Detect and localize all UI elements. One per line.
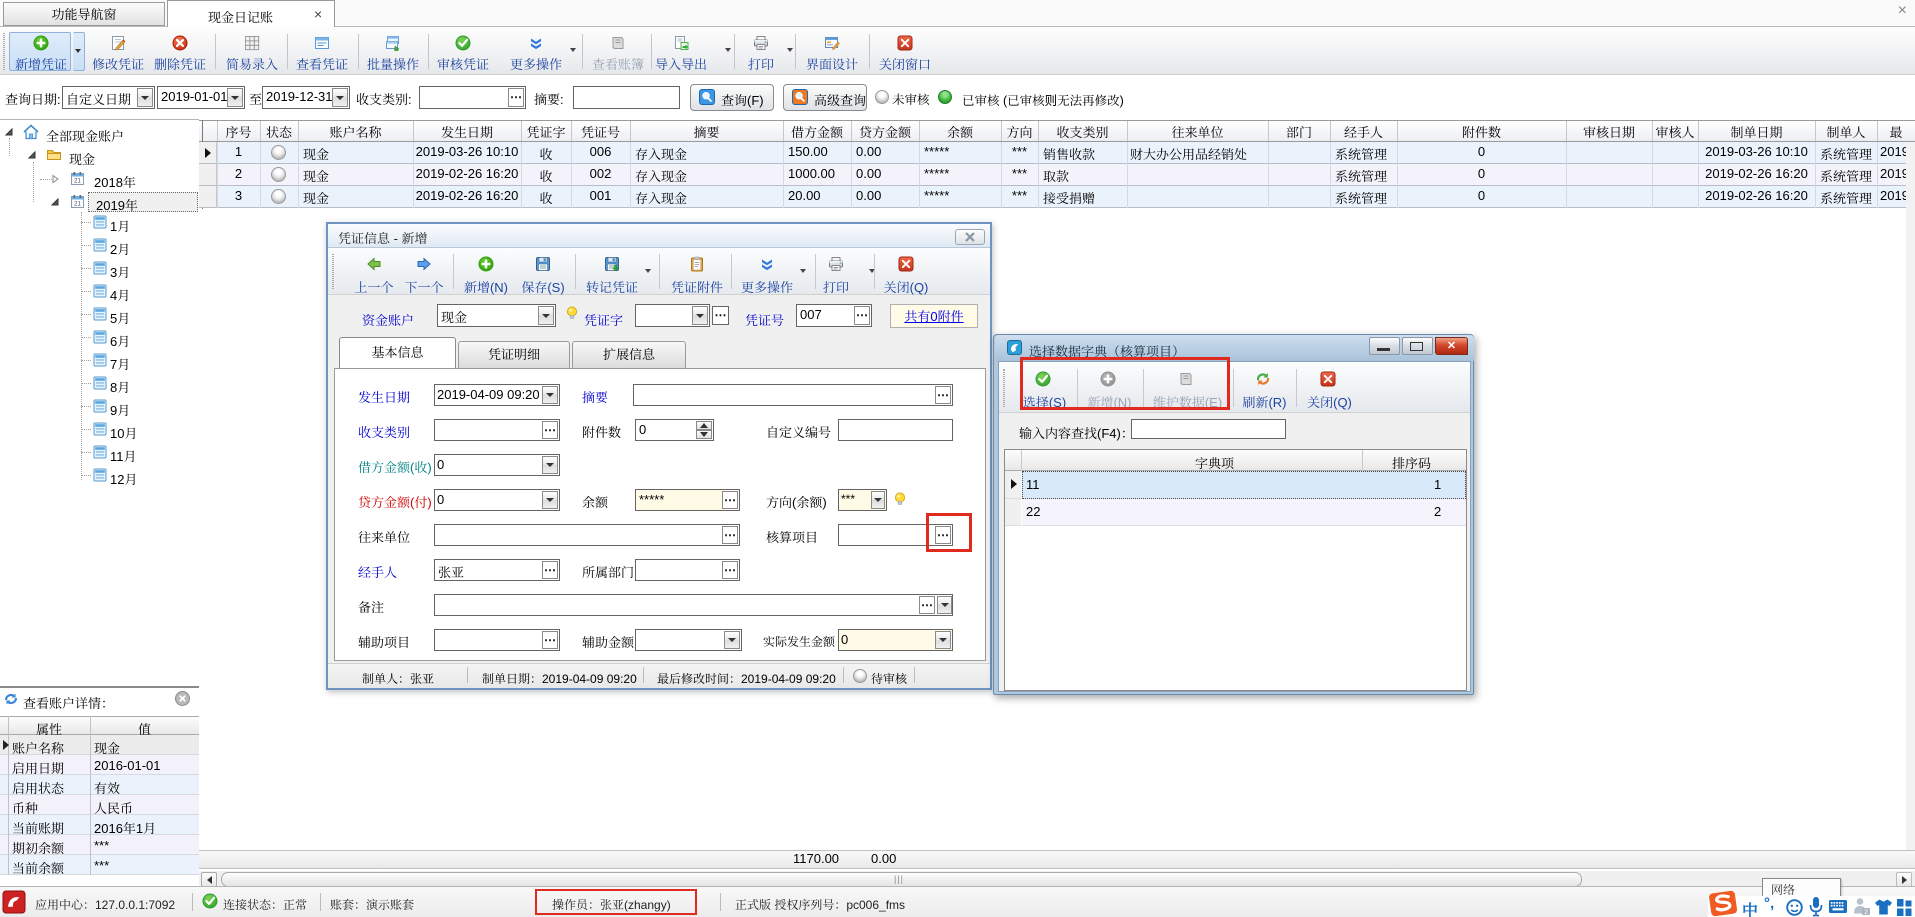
svg-text:21: 21 — [74, 179, 81, 185]
svg-text:2: 2 — [1864, 909, 1868, 916]
svg-text:21: 21 — [74, 202, 81, 208]
